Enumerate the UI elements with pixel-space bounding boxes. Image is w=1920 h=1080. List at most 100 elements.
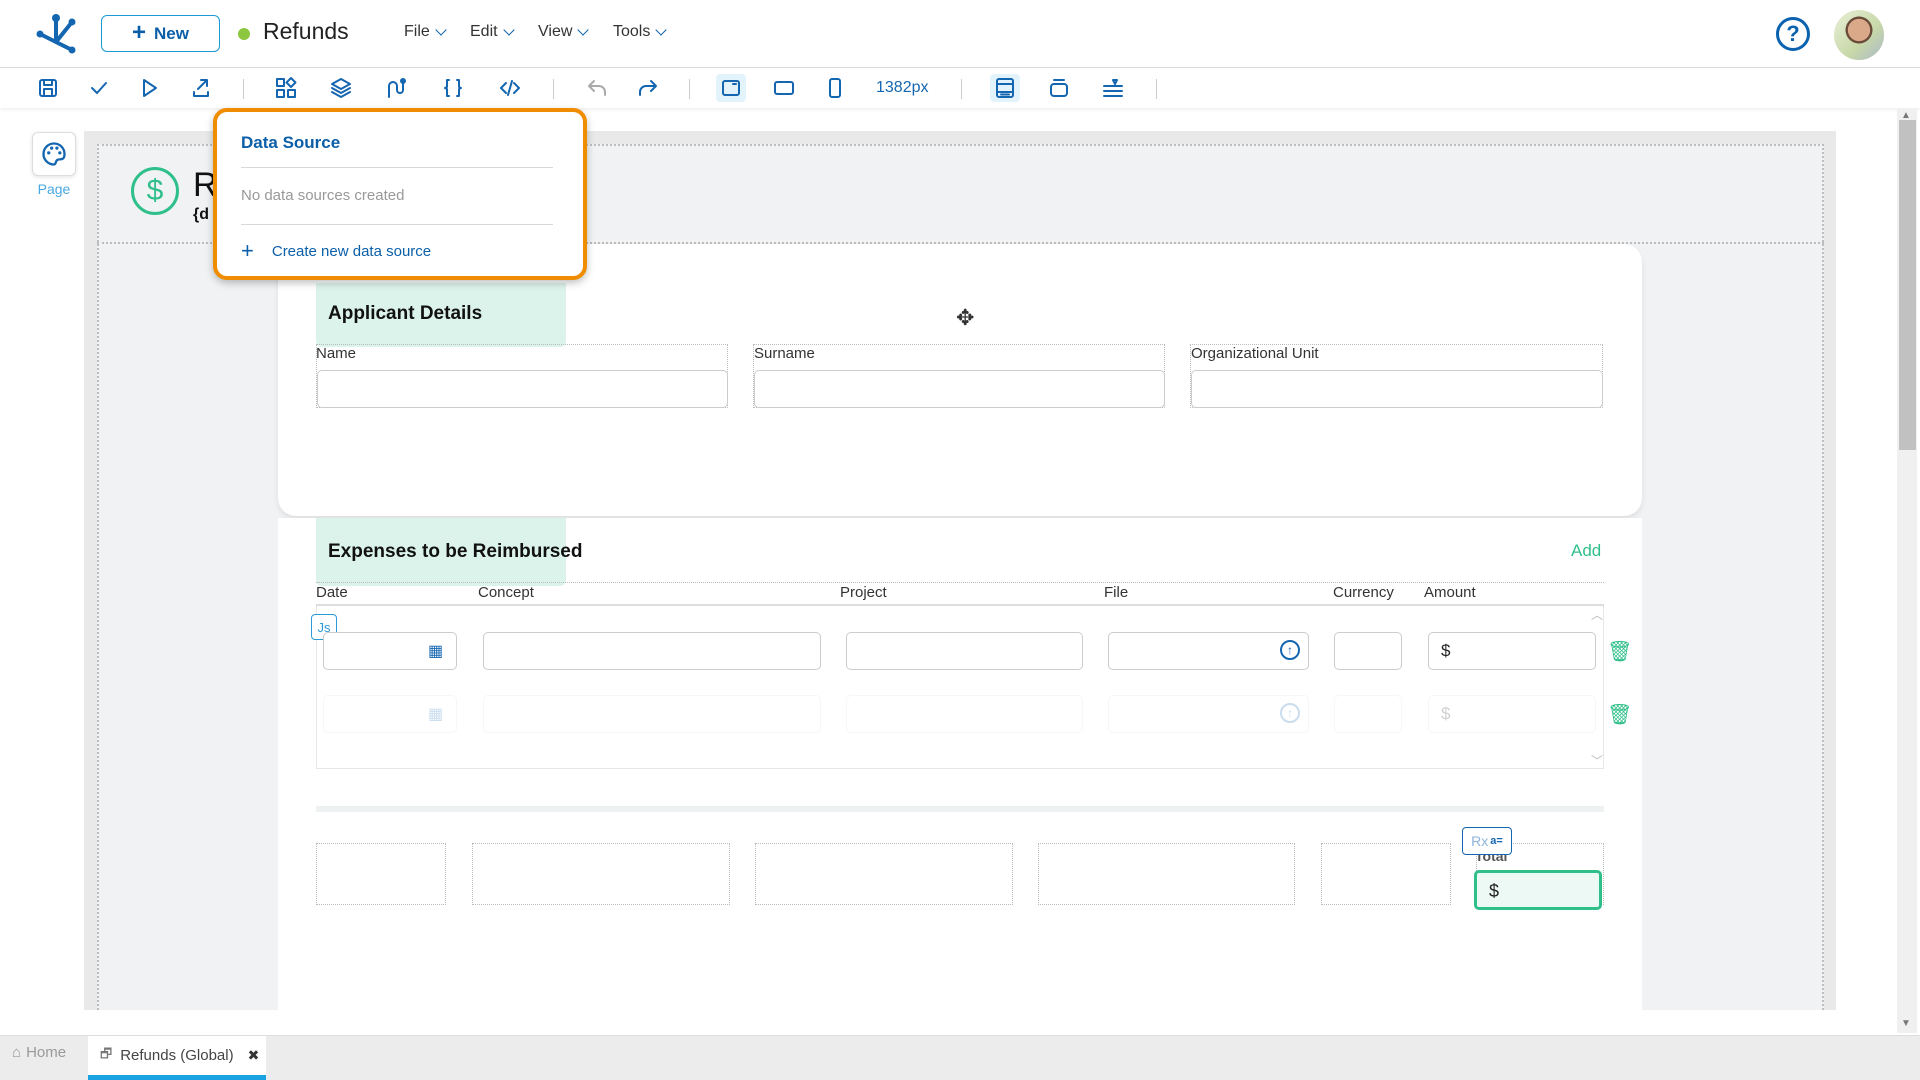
dollar-icon: $ (131, 167, 179, 215)
surname-input[interactable] (754, 370, 1165, 408)
home-icon: ⌂ (12, 1044, 22, 1061)
move-icon[interactable]: ✥ (956, 305, 974, 331)
data-source-button[interactable] (381, 74, 411, 102)
align-button[interactable] (1098, 74, 1128, 102)
form-icon: 🗗 (100, 1045, 113, 1061)
name-input[interactable] (317, 370, 728, 408)
status-dot (238, 28, 250, 40)
components-icon (276, 77, 297, 98)
column-header-amount: Amount (1424, 584, 1476, 601)
scrollbar-thumb[interactable] (1899, 120, 1916, 450)
concept-input[interactable] (483, 632, 821, 670)
redo-icon (639, 80, 657, 96)
container-button[interactable] (1044, 74, 1074, 102)
page-label: Page (37, 181, 71, 197)
tab-home-label: Home (26, 1044, 67, 1061)
menu-edit[interactable]: Edit (470, 23, 515, 41)
publish-button[interactable] (186, 74, 216, 102)
user-avatar[interactable] (1834, 10, 1884, 60)
tablet-icon (774, 81, 794, 95)
create-data-source-button[interactable]: + Create new data source (241, 240, 431, 262)
menu-label: Tools (613, 23, 651, 40)
formula-icon: a= (1490, 835, 1503, 847)
upload-icon[interactable]: ↑ (1280, 640, 1300, 660)
column-header-project: Project (840, 584, 887, 601)
tab-home[interactable]: ⌂ Home (12, 1044, 66, 1061)
help-icon[interactable]: ? (1776, 17, 1810, 51)
amount-input[interactable]: $ (1428, 632, 1596, 670)
align-icon (1103, 79, 1123, 97)
column-header-file: File (1104, 584, 1129, 601)
applicant-section-title: Applicant Details (328, 303, 483, 324)
app-header: + New Refunds File Edit View Tools ? (0, 0, 1920, 68)
trash-icon[interactable]: 🗑 (1607, 702, 1632, 727)
file-input[interactable] (1108, 632, 1309, 670)
components-button[interactable] (271, 74, 301, 102)
org-unit-input[interactable] (1191, 370, 1603, 408)
new-button[interactable]: + New (101, 15, 220, 52)
menu-tools[interactable]: Tools (613, 23, 668, 41)
project-input[interactable] (846, 695, 1083, 733)
close-icon[interactable]: ✖ (248, 1047, 260, 1064)
project-input[interactable] (846, 632, 1083, 670)
create-data-source-label: Create new data source (271, 242, 432, 260)
grid-body[interactable] (316, 606, 1604, 769)
currency-input[interactable] (1334, 695, 1402, 733)
rx-badge[interactable]: Rx a= (1462, 827, 1512, 855)
total-row-cell (755, 843, 1013, 905)
variables-button[interactable] (438, 74, 468, 102)
page-properties-button[interactable] (32, 132, 76, 176)
app-logo[interactable] (36, 12, 76, 54)
calendar-icon[interactable]: ▦ (428, 641, 443, 661)
mobile-icon (829, 78, 841, 98)
toolbar-separator (243, 79, 244, 99)
popup-empty-message: No data sources created (241, 187, 405, 204)
validate-button[interactable] (84, 74, 114, 102)
popup-title: Data Source (241, 133, 341, 152)
column-header-concept: Concept (478, 584, 534, 601)
palette-icon (42, 142, 66, 166)
toolbar-separator (553, 79, 554, 99)
total-input[interactable]: $ (1474, 870, 1602, 910)
app-title: Refunds (263, 18, 349, 44)
scroll-up-icon[interactable]: ︿ (1591, 606, 1603, 623)
viewport-width: 1382px (876, 79, 929, 96)
scroll-down-arrow-icon[interactable]: ▼ (1901, 1018, 1911, 1029)
menu-view[interactable]: View (538, 23, 590, 41)
redo-button[interactable] (633, 74, 663, 102)
undo-icon (588, 80, 606, 96)
add-row-link[interactable]: Add (1571, 541, 1601, 561)
bottom-tab-bar (0, 1035, 1920, 1080)
run-button[interactable] (134, 74, 164, 102)
currency-input[interactable] (1334, 632, 1402, 670)
file-input[interactable] (1108, 695, 1309, 733)
expenses-section-title: Expenses to be Reimbursed (328, 541, 583, 562)
concept-input[interactable] (483, 695, 821, 733)
tablet-view-button[interactable] (769, 74, 799, 102)
total-row-cell (1038, 843, 1295, 905)
amount-input[interactable]: $ (1428, 695, 1596, 733)
trash-icon[interactable]: 🗑 (1607, 639, 1632, 664)
menu-file[interactable]: File (404, 23, 447, 41)
total-row-cell (1321, 843, 1451, 905)
new-button-label: New (154, 23, 189, 43)
scroll-down-icon[interactable]: ﹀ (1591, 752, 1603, 769)
tab-refunds[interactable]: 🗗 Refunds (Global) ✖ (88, 1036, 266, 1080)
chevron-down-icon (502, 24, 515, 36)
calendar-icon[interactable]: ▦ (428, 704, 443, 724)
divider (316, 806, 1604, 812)
undo-button[interactable] (582, 74, 612, 102)
chevron-down-icon (435, 24, 447, 36)
layers-icon (331, 78, 351, 98)
save-button[interactable] (33, 74, 63, 102)
layout-button[interactable] (990, 74, 1020, 102)
braces-icon (444, 79, 462, 97)
toolbar: 1382px (0, 68, 1920, 108)
desktop-view-button[interactable] (716, 74, 746, 102)
layers-button[interactable] (326, 74, 356, 102)
upload-icon[interactable]: ↑ (1280, 703, 1300, 723)
mobile-view-button[interactable] (820, 74, 850, 102)
code-button[interactable] (495, 74, 525, 102)
column-header-currency: Currency (1333, 584, 1394, 601)
toolbar-separator (1156, 79, 1157, 99)
